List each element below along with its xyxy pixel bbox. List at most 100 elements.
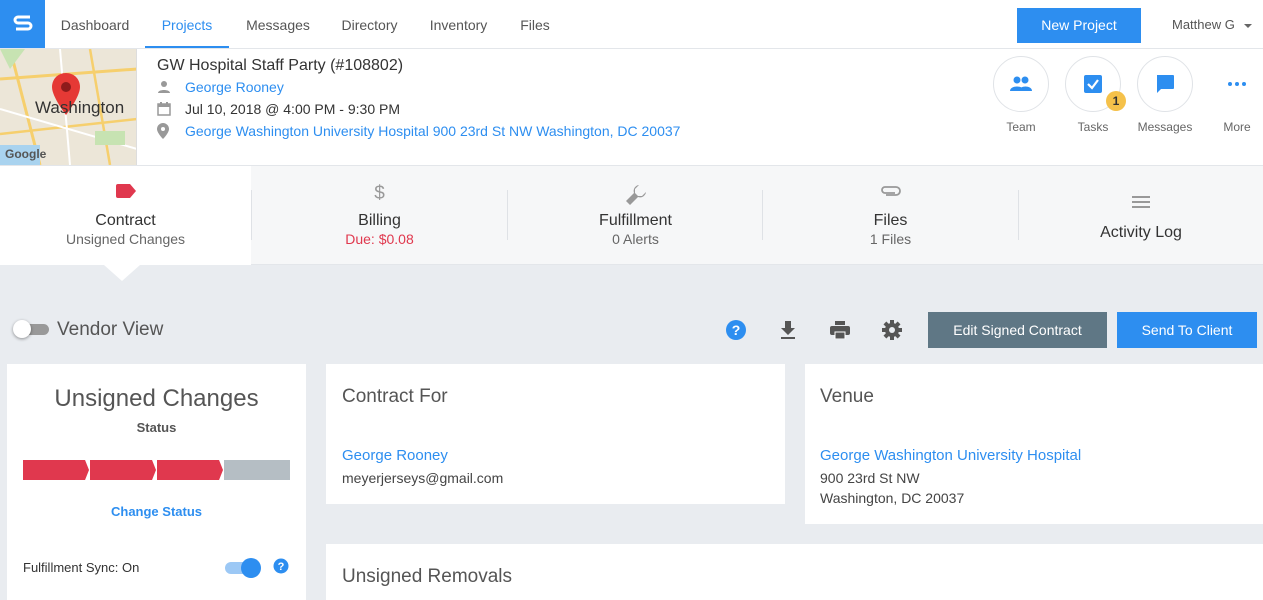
gear-icon — [882, 320, 902, 340]
settings-button[interactable] — [880, 318, 904, 342]
download-icon — [781, 321, 795, 339]
contract-for-card: Contract For George Rooney meyerjerseys@… — [326, 364, 785, 504]
caret-down-icon — [1244, 23, 1253, 28]
messages-label: Messages — [1137, 120, 1193, 134]
help-icon: ? — [726, 320, 746, 340]
app-logo[interactable] — [0, 0, 45, 48]
contract-for-name[interactable]: George Rooney — [342, 447, 448, 464]
tab-billing-icon-wrap: $ — [252, 184, 507, 204]
client-link[interactable]: George Rooney — [185, 79, 284, 95]
map-provider-label: Google — [5, 147, 47, 161]
svg-text:?: ? — [732, 322, 741, 338]
tasks-button[interactable]: 1 Tasks — [1065, 56, 1126, 134]
tab-contract-icon-wrap — [0, 184, 251, 198]
chat-bubble-icon — [1157, 75, 1174, 93]
section-tabs: Contract Unsigned Changes $ Billing Due:… — [0, 166, 1263, 265]
nav-tab-directory[interactable]: Directory — [327, 0, 412, 48]
user-menu[interactable]: Matthew G — [1172, 0, 1253, 48]
project-title: GW Hospital Staff Party (#108802) — [157, 57, 404, 74]
tab-contract-subtitle: Unsigned Changes — [65, 231, 186, 247]
vendor-view-toggle[interactable] — [13, 320, 49, 338]
nav-tab-files[interactable]: Files — [505, 0, 565, 48]
tab-fulfillment[interactable]: Fulfillment 0 Alerts — [508, 166, 763, 265]
status-title: Unsigned Changes — [54, 385, 259, 412]
team-button[interactable]: Team — [993, 56, 1049, 134]
print-button[interactable] — [828, 318, 852, 342]
messages-circle — [1137, 56, 1193, 112]
contract-for-heading: Contract For — [342, 386, 448, 407]
checkbox-icon — [1084, 75, 1102, 93]
address-link[interactable]: George Washington University Hospital 90… — [185, 123, 680, 139]
unsigned-removals-heading: Unsigned Removals — [342, 566, 513, 587]
tasks-badge: 1 — [1106, 91, 1126, 111]
tasks-label: Tasks — [1077, 120, 1109, 134]
progress-step — [23, 460, 89, 480]
tab-activity-title: Activity Log — [1100, 224, 1182, 241]
tab-fulfillment-subtitle: 0 Alerts — [612, 231, 659, 247]
edit-signed-contract-button[interactable]: Edit Signed Contract — [928, 312, 1107, 348]
help-icon: ? — [273, 558, 289, 574]
more-label: More — [1223, 120, 1251, 134]
event-datetime: Jul 10, 2018 @ 4:00 PM - 9:30 PM — [185, 101, 400, 117]
tab-billing-title: Billing — [358, 212, 401, 229]
tasks-circle: 1 — [1065, 56, 1126, 112]
location-pin-icon — [157, 123, 185, 139]
tab-billing-subtitle: Due: $0.08 — [345, 231, 414, 247]
sync-help-button[interactable]: ? — [273, 558, 289, 579]
download-button[interactable] — [776, 318, 800, 342]
contract-for-email: meyerjerseys@gmail.com — [342, 470, 504, 486]
user-name: Matthew G — [1172, 17, 1235, 32]
tab-contract[interactable]: Contract Unsigned Changes — [0, 166, 251, 265]
tab-files-subtitle: 1 Files — [869, 231, 912, 247]
svg-text:?: ? — [278, 561, 285, 573]
messages-button[interactable]: Messages — [1137, 56, 1193, 134]
tab-activity-icon-wrap — [1019, 196, 1263, 208]
vendor-view-label: Vendor View — [57, 319, 164, 340]
people-icon — [1010, 76, 1032, 91]
tag-icon — [115, 184, 136, 198]
progress-step — [224, 460, 290, 480]
tab-fulfillment-icon-wrap — [508, 184, 763, 206]
change-status-link[interactable]: Change Status — [7, 504, 306, 519]
status-progress — [23, 460, 290, 480]
nav-tab-projects[interactable]: Projects — [145, 0, 229, 48]
active-tab-caret — [104, 265, 140, 281]
top-nav: Dashboard Projects Messages Directory In… — [0, 0, 1263, 49]
send-to-client-button[interactable]: Send To Client — [1117, 312, 1257, 348]
paperclip-icon — [880, 186, 901, 196]
help-button[interactable]: ? — [724, 318, 748, 342]
tab-billing[interactable]: $ Billing Due: $0.08 — [252, 166, 507, 265]
client-row: George Rooney — [157, 79, 284, 95]
tab-files-title: Files — [873, 212, 908, 229]
logo-icon — [13, 15, 32, 31]
tab-contract-title: Contract — [95, 212, 156, 229]
more-button[interactable]: More — [1209, 56, 1263, 134]
calendar-icon — [157, 102, 185, 116]
new-project-button[interactable]: New Project — [1017, 8, 1141, 43]
dollar-icon: $ — [374, 183, 385, 204]
fulfillment-sync-toggle[interactable] — [225, 558, 261, 578]
location-map[interactable]: Washington Google — [0, 49, 137, 165]
list-icon — [1132, 196, 1150, 208]
fulfillment-sync-label: Fulfillment Sync: On — [23, 560, 140, 575]
tab-files[interactable]: Files 1 Files — [763, 166, 1018, 265]
more-wrap — [1209, 56, 1263, 112]
progress-step — [157, 460, 223, 480]
venue-heading: Venue — [820, 386, 874, 407]
nav-tab-messages[interactable]: Messages — [229, 0, 327, 48]
status-card: Unsigned Changes Status Change Status Fu… — [7, 364, 306, 600]
tab-fulfillment-title: Fulfillment — [599, 212, 672, 229]
map-city-label: Washington — [35, 98, 125, 117]
toggle-knob — [241, 558, 261, 578]
nav-tab-inventory[interactable]: Inventory — [412, 0, 505, 48]
venue-name[interactable]: George Washington University Hospital — [820, 447, 1081, 464]
nav-tab-dashboard[interactable]: Dashboard — [45, 0, 145, 48]
progress-step — [90, 460, 156, 480]
address-row: George Washington University Hospital 90… — [157, 123, 680, 139]
print-icon — [830, 321, 850, 339]
tab-files-icon-wrap — [763, 184, 1018, 198]
project-header: Washington Google GW Hospital Staff Part… — [0, 49, 1263, 166]
tab-activity-log[interactable]: Activity Log — [1019, 166, 1263, 265]
wrench-icon — [625, 185, 646, 205]
venue-city: Washington, DC 20037 — [820, 490, 965, 506]
